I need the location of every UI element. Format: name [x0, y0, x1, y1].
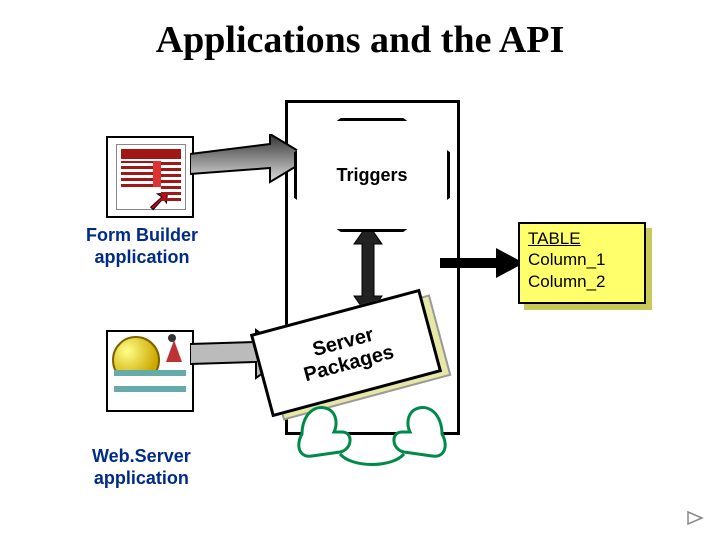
form-builder-icon: ➚ [106, 136, 194, 218]
triggers-label: Triggers [336, 165, 407, 186]
table-header: TABLE [528, 228, 636, 249]
next-slide-icon[interactable] [686, 510, 704, 526]
hands-icon [292, 380, 452, 470]
arrow-db-to-table [440, 248, 524, 278]
form-builder-caption: Form Builder application [86, 225, 198, 268]
table-card: TABLE Column_1 Column_2 [518, 222, 646, 304]
table-col1: Column_1 [528, 249, 636, 270]
web-server-icon [106, 330, 194, 412]
arrow-formbuilder-to-triggers [190, 134, 310, 198]
table-col2: Column_2 [528, 271, 636, 292]
web-server-caption: Web.Server application [92, 446, 191, 489]
page-title: Applications and the API [0, 18, 720, 62]
triggers-octagon: Triggers [294, 118, 450, 232]
